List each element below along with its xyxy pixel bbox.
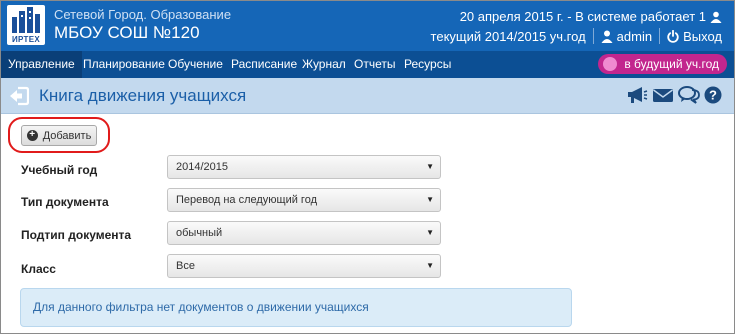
field-label-class: Класс [21, 262, 56, 276]
nav-item-planirovanie[interactable]: Планирование [76, 51, 172, 78]
future-year-toggle[interactable]: в будущий уч.год [598, 54, 727, 74]
school-year-value: 2014/2015 [176, 161, 228, 173]
online-users-icon[interactable] [710, 11, 722, 23]
app-window: ИРТЕХ Сетевой Город. Образование МБОУ СО… [0, 0, 735, 334]
logout-label: Выход [683, 28, 722, 44]
megaphone-icon[interactable] [626, 85, 648, 105]
class-select[interactable]: Все ▼ [167, 254, 441, 278]
logo-buildings-icon [12, 7, 40, 33]
status-line: 20 апреля 2015 г. - В системе работает 1 [460, 9, 722, 24]
nav-item-obuchenie[interactable]: Обучение [161, 51, 230, 78]
doc-type-select[interactable]: Перевод на следующий год ▼ [167, 188, 441, 212]
nav-item-resursy[interactable]: Ресурсы [397, 51, 458, 78]
future-year-label: в будущий уч.год [624, 57, 719, 71]
org-subtitle: Сетевой Город. Образование [54, 7, 232, 22]
field-label-doc-type: Тип документа [21, 195, 109, 209]
logo[interactable]: ИРТЕХ [7, 5, 45, 45]
nav-item-upravlenie[interactable]: Управление [1, 51, 82, 78]
help-icon[interactable]: ? [704, 86, 722, 104]
header: ИРТЕХ Сетевой Город. Образование МБОУ СО… [1, 1, 734, 51]
current-year: текущий 2014/2015 уч.год [430, 28, 586, 44]
school-year-select[interactable]: 2014/2015 ▼ [167, 155, 441, 179]
chevron-down-icon: ▼ [426, 162, 434, 171]
page-title: Книга движения учащихся [39, 86, 247, 105]
logo-text: ИРТЕХ [11, 35, 41, 44]
doc-type-value: Перевод на следующий год [176, 194, 318, 206]
status-text: 20 апреля 2015 г. - В системе работает 1 [459, 9, 706, 24]
doc-subtype-select[interactable]: обычный ▼ [167, 221, 441, 245]
user-name: admin [616, 28, 653, 44]
logout-link[interactable]: Выход [667, 29, 722, 44]
plus-circle-icon: + [26, 130, 38, 141]
page-titlebar: Книга движения учащихся ? [1, 78, 734, 114]
chevron-down-icon: ▼ [426, 195, 434, 204]
org-name: МБОУ СОШ №120 [54, 23, 200, 42]
title-actions: ? [626, 85, 722, 105]
nav-item-otchety[interactable]: Отчеты [347, 51, 402, 78]
divider [659, 28, 661, 44]
user-link[interactable]: admin [601, 29, 652, 44]
field-label-doc-subtype: Подтип документа [21, 228, 132, 242]
add-button-label: Добавить [42, 129, 92, 142]
user-icon [601, 30, 613, 43]
chevron-down-icon: ▼ [426, 228, 434, 237]
chevron-down-icon: ▼ [426, 261, 434, 270]
svg-text:?: ? [709, 88, 717, 103]
field-label-school-year: Учебный год [21, 163, 98, 177]
toggle-dot [603, 57, 618, 71]
power-icon [667, 29, 679, 43]
class-value: Все [176, 260, 195, 272]
nav-item-zhurnal[interactable]: Журнал [295, 51, 353, 78]
nav-item-raspisanie[interactable]: Расписание [224, 51, 304, 78]
account-bar: текущий 2014/2015 уч.год admin Выход [431, 28, 722, 44]
main-nav: Управление Планирование Обучение Расписа… [1, 51, 734, 78]
empty-result-alert: Для данного фильтра нет документов о дви… [20, 288, 572, 327]
chat-icon[interactable] [678, 85, 700, 105]
doc-subtype-value: обычный [176, 227, 223, 239]
add-button[interactable]: + Добавить [21, 125, 97, 146]
envelope-icon[interactable] [652, 86, 674, 104]
divider [592, 28, 594, 44]
arrow-left-circle-icon[interactable] [9, 86, 29, 106]
